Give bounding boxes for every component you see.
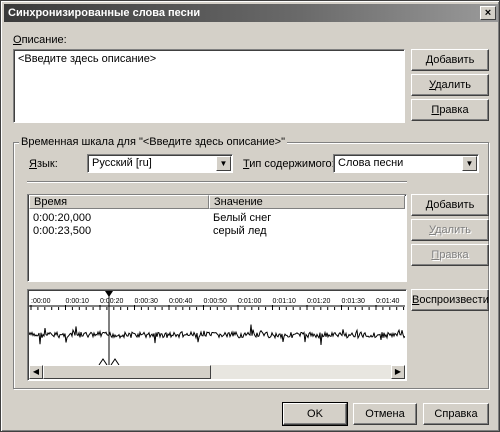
help-button[interactable]: Справка <box>423 403 489 425</box>
timeline-group-label: Временная шкала для "<Введите здесь опис… <box>19 136 288 148</box>
waveform-view[interactable]: :00:00 0:00:10 0:00:20 0:00:30 0:00:40 0:00:5… <box>29 291 405 365</box>
ruler-tick-label: 0:01:00 <box>238 298 261 305</box>
ruler-tick-label: 0:01:10 <box>273 298 296 305</box>
play-button[interactable]: Воспроизвести <box>411 289 489 311</box>
ruler-tick-label: 0:00:10 <box>66 298 89 305</box>
table-row-time[interactable]: 0:00:23,500 <box>33 225 91 237</box>
close-icon[interactable]: × <box>480 6 496 20</box>
ruler-tick-label: 0:00:50 <box>204 298 227 305</box>
waveform-scrollbar[interactable]: ◀ ▶ <box>29 365 405 379</box>
timeline-edit-button[interactable]: Правка <box>411 244 489 266</box>
language-select[interactable]: Русский [ru] ▼ <box>87 154 233 173</box>
cancel-button[interactable]: Отмена <box>353 403 417 425</box>
description-label: Описание: <box>13 34 67 46</box>
timeline-table[interactable]: Время Значение 0:00:20,000 Белый снег 0:… <box>27 194 407 282</box>
ruler-tick-label: 0:01:20 <box>307 298 330 305</box>
column-header-value[interactable]: Значение <box>209 195 405 209</box>
timeline-remove-button[interactable]: Удалить <box>411 219 489 241</box>
description-edit-button[interactable]: Правка <box>411 99 489 121</box>
title-bar: Синхронизированные слова песни × <box>4 4 498 22</box>
divider <box>27 181 407 183</box>
language-label: Язык: <box>29 158 58 170</box>
chevron-down-icon[interactable]: ▼ <box>216 156 231 171</box>
ruler-tick-label: 0:01:30 <box>342 298 365 305</box>
ruler-tick-label: 0:01:40 <box>376 298 399 305</box>
description-remove-button[interactable]: Удалить <box>411 74 489 96</box>
waveform-panel[interactable]: :00:00 0:00:10 0:00:20 0:00:30 0:00:40 0:00:5… <box>27 289 407 381</box>
ruler-tick-label: 0:00:30 <box>135 298 158 305</box>
lyrics-dialog: Синхронизированные слова песни × Описани… <box>0 0 500 432</box>
scroll-right-icon[interactable]: ▶ <box>391 365 405 379</box>
column-header-time[interactable]: Время <box>29 195 209 209</box>
table-row-time[interactable]: 0:00:20,000 <box>33 212 91 224</box>
content-type-select[interactable]: Слова песни ▼ <box>333 154 479 173</box>
ruler-tick-label: 0:00:20 <box>100 298 123 305</box>
content-type-label: Тип содержимого: <box>243 158 335 170</box>
ruler-tick-label: :00:00 <box>31 298 51 305</box>
ruler-tick-label: 0:00:40 <box>169 298 192 305</box>
description-list[interactable]: <Введите здесь описание> <box>13 49 405 123</box>
scroll-left-icon[interactable]: ◀ <box>29 365 43 379</box>
playhead-marker-icon[interactable] <box>105 291 113 297</box>
table-row-value[interactable]: серый лед <box>213 225 267 237</box>
table-row-value[interactable]: Белый снег <box>213 212 271 224</box>
scrollbar-thumb[interactable] <box>43 365 211 379</box>
window-title: Синхронизированные слова песни <box>8 7 201 19</box>
chevron-down-icon[interactable]: ▼ <box>462 156 477 171</box>
description-item[interactable]: <Введите здесь описание> <box>18 53 156 65</box>
ok-button[interactable]: OK <box>282 402 348 426</box>
timeline-add-button[interactable]: Добавить <box>411 194 489 216</box>
description-add-button[interactable]: Добавить <box>411 49 489 71</box>
